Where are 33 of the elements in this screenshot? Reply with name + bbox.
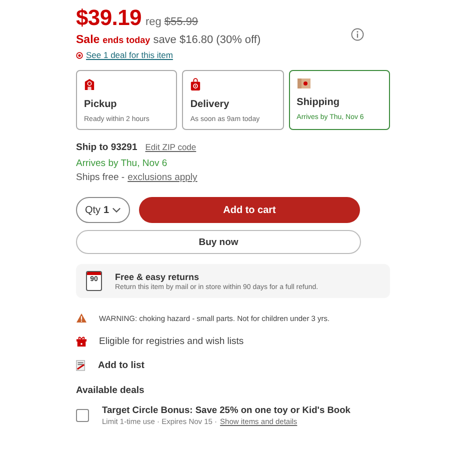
sale-ends: ends today xyxy=(102,35,150,45)
add-to-list-link[interactable]: Add to list xyxy=(98,360,144,371)
deal-checkbox[interactable] xyxy=(76,409,89,422)
quantity-dropdown[interactable]: Qty 1 xyxy=(76,197,130,223)
ship-to-label: Ship to 93291 xyxy=(76,142,138,153)
package-icon xyxy=(296,78,311,89)
ships-free-text: Ships free - xyxy=(76,172,125,183)
arrival-date: Arrives by Thu, Nov 6 xyxy=(76,158,168,169)
deal-title: Target Circle Bonus: Save 25% on one toy or Kid's Book xyxy=(102,405,350,415)
savings-text: save $16.80 (30% off) xyxy=(153,34,261,46)
exclusions-link[interactable]: exclusions apply xyxy=(128,172,198,183)
option-title: Pickup xyxy=(84,99,117,110)
edit-zip-link[interactable]: Edit ZIP code xyxy=(145,142,196,152)
list-icon xyxy=(76,360,86,371)
sale-label: Sale xyxy=(76,34,100,46)
registry-text: Eligible for registries and wish lists xyxy=(99,336,244,347)
regular-price-label: reg xyxy=(146,16,162,28)
chevron-down-icon xyxy=(112,207,122,213)
bag-icon xyxy=(190,78,202,91)
returns-title: Free & easy returns xyxy=(115,272,200,282)
deal-link[interactable]: See 1 deal for this item xyxy=(86,50,173,60)
option-title: Shipping xyxy=(296,97,340,108)
sale-price: $39.19 xyxy=(76,5,142,31)
option-title: Delivery xyxy=(190,99,230,110)
warning-icon xyxy=(76,313,87,323)
buy-now-button[interactable]: Buy now xyxy=(76,230,361,254)
gift-icon xyxy=(76,336,87,347)
info-icon[interactable] xyxy=(351,28,364,41)
regular-price: $55.99 xyxy=(164,16,198,28)
deals-heading: Available deals xyxy=(76,385,146,396)
deal-icon xyxy=(76,52,83,58)
add-to-cart-button[interactable]: Add to cart xyxy=(139,197,360,223)
store-icon xyxy=(84,78,95,91)
